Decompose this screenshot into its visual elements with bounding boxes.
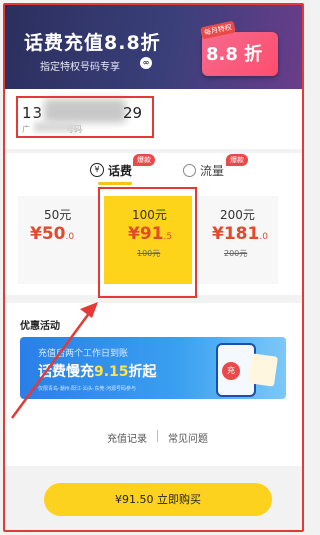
data-icon xyxy=(183,164,196,177)
link-divider xyxy=(157,430,158,442)
recharge-records-link[interactable]: 充值记录 xyxy=(107,430,147,445)
card-face-value: 50元 xyxy=(44,208,72,222)
promotions-title: 优惠活动 xyxy=(20,321,60,332)
yuan-icon: ¥ xyxy=(90,163,104,177)
tab-phone-fee[interactable]: 话费 xyxy=(108,162,132,179)
promo-line-3: 仅限青岛·潮州·阳江·汕头·东莞·河源号码参与 xyxy=(38,386,136,392)
tab-data[interactable]: 流量 xyxy=(200,162,224,179)
hot-badge: 爆款 xyxy=(133,154,155,166)
promo-line-1: 充值后两个工作日到账 xyxy=(38,349,129,359)
selected-card-highlight xyxy=(98,187,197,298)
recharge-icon: 充 xyxy=(222,362,240,380)
active-tab-indicator xyxy=(98,182,132,185)
card-price: ¥181.0 xyxy=(212,224,268,244)
card-face-value: 200元 xyxy=(220,208,255,222)
phone-highlight-box xyxy=(16,96,154,138)
banner-discount: 8.8 折 xyxy=(206,44,263,65)
ticket-icon xyxy=(248,353,278,387)
promo-line-2: 话费慢充9.15折起 xyxy=(38,364,157,380)
hot-badge: 爆款 xyxy=(226,154,248,166)
link-icon: ∞ xyxy=(140,57,152,69)
banner-title: 话费充值8.8折 xyxy=(24,32,161,54)
card-price: ¥50.0 xyxy=(30,224,75,244)
links-section xyxy=(5,406,302,466)
card-original-price: 200元 xyxy=(224,249,248,258)
banner-subtitle: 指定特权号码专享 xyxy=(40,62,120,73)
faq-link[interactable]: 常见问题 xyxy=(168,430,208,445)
buy-now-button[interactable]: ¥91.50 立即购买 xyxy=(44,483,272,516)
